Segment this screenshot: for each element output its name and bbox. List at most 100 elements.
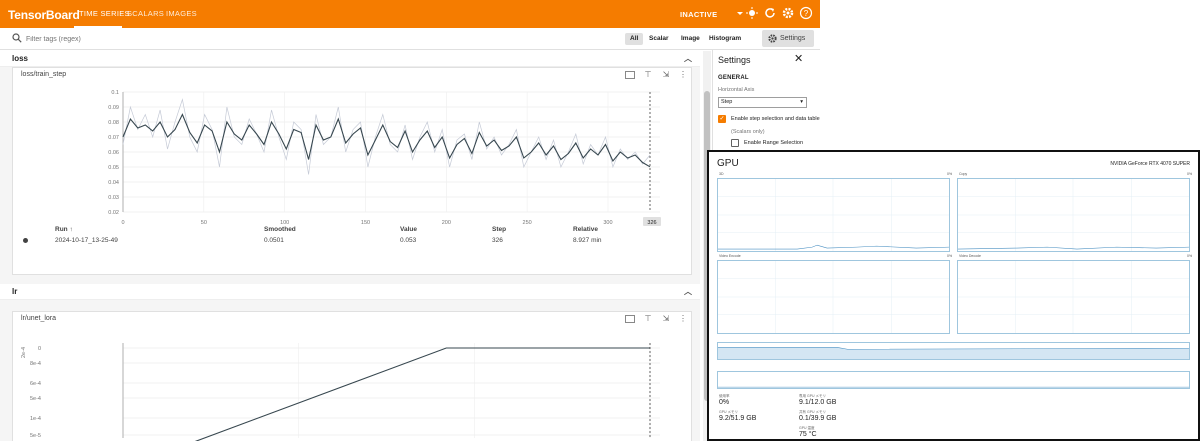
y-tick-label: 0.09 <box>108 105 119 111</box>
cell-run: 2024-10-17_13-25-49 <box>55 237 118 244</box>
settings-button[interactable]: Settings <box>762 30 814 47</box>
fit-domain-icon[interactable] <box>625 315 635 323</box>
graph-shared-memory <box>717 371 1190 389</box>
range-selection-checkbox[interactable] <box>731 139 739 147</box>
panel-pct-video-decode: 0% <box>1187 254 1193 258</box>
cell-smoothed: 0.0501 <box>264 237 284 244</box>
gpu-title: GPU <box>717 158 739 169</box>
tab-images[interactable]: IMAGES <box>166 9 197 18</box>
card-title: loss/train_step <box>21 71 67 78</box>
brightness-icon[interactable] <box>745 6 759 20</box>
stat-value-gpu-memory: 9.2/51.9 GB <box>719 415 757 422</box>
y-tick-label: 5e-4 <box>30 396 41 402</box>
plugin-status-select[interactable]: INACTIVE <box>680 10 717 19</box>
cell-step: 326 <box>492 237 503 244</box>
y-tick-label: 0.02 <box>108 210 119 216</box>
cell-value: 0.053 <box>400 237 417 244</box>
top-bar: TensorBoard TIME SERIES SCALARS IMAGES I… <box>0 0 820 28</box>
panel-pct-video-encode: 0% <box>947 254 953 258</box>
gpu-model: NVIDIA GeForce RTX 4070 SUPER <box>1110 161 1190 167</box>
y-tick-label: 1e-4 <box>30 416 41 422</box>
y-tick-label: 8e-4 <box>30 361 41 367</box>
graph-video-decode <box>957 260 1190 334</box>
group-header-lr[interactable]: lr ︿ <box>0 284 700 300</box>
stat-value-dedicated: 9.1/12.0 GB <box>799 399 837 406</box>
graph-copy <box>957 178 1190 252</box>
settings-button-label: Settings <box>780 35 806 42</box>
group-header-loss[interactable]: loss ︿ <box>0 51 700 67</box>
chevron-up-icon[interactable]: ︿ <box>684 51 692 67</box>
settings-panel: Settings ✕ GENERAL Horizontal Axis Step ▾… <box>712 50 820 150</box>
more-vert-icon[interactable]: ⋮ <box>678 70 688 80</box>
scalars-only-note: (Scalars only) <box>731 129 765 135</box>
lr-series <box>194 347 650 441</box>
x-tick-label: 0 <box>121 220 124 226</box>
group-name: lr <box>12 287 18 296</box>
search-icon <box>12 33 22 43</box>
stat-value-utilization: 0% <box>719 399 730 406</box>
range-selection-label: Enable Range Selection <box>744 140 804 146</box>
cell-relative: 8.927 min <box>573 237 602 244</box>
gear-icon[interactable] <box>781 6 795 20</box>
lr-chart[interactable]: 0 8e-4 6e-4 5e-4 1e-4 5e-5 2e-4 <box>13 328 693 441</box>
caret-down-icon: ▾ <box>800 99 803 105</box>
expand-icon[interactable]: ⇲ <box>661 314 671 324</box>
step-selection-checkbox[interactable]: ✓ <box>718 115 726 123</box>
more-vert-icon[interactable]: ⋮ <box>678 314 688 324</box>
step-badge-label: 326 <box>647 220 656 226</box>
panel-label-copy: Copy <box>959 172 968 176</box>
tab-scalars[interactable]: SCALARS <box>127 9 164 18</box>
col-smoothed[interactable]: Smoothed <box>264 226 296 233</box>
svg-text:?: ? <box>804 9 809 18</box>
scalar-card-lr: lr/unet_lora ⊤ ⇲ ⋮ 0 8e-4 6e-4 5e-4 1e-4 5e-5… <box>12 311 692 441</box>
col-value[interactable]: Value <box>400 226 417 233</box>
type-filter-all[interactable]: All <box>625 33 644 45</box>
type-filter-scalar[interactable]: Scalar <box>644 33 674 45</box>
panel-label-video-encode: Video Encode <box>719 254 741 258</box>
col-run[interactable]: Run ↑ <box>55 226 73 233</box>
section-general: GENERAL <box>718 75 749 81</box>
tensorboard-window: TensorBoard TIME SERIES SCALARS IMAGES I… <box>0 0 820 441</box>
y-tick-label: 0 <box>38 346 41 352</box>
tag-filter-input[interactable] <box>26 32 326 46</box>
x-tick-label: 50 <box>201 220 207 226</box>
stat-value-shared: 0.1/39.9 GB <box>799 415 837 422</box>
y-tick-label: 0.06 <box>108 150 119 156</box>
y-tick-label: 0.05 <box>108 165 119 171</box>
y-unit-label: 2e-4 <box>21 347 27 358</box>
select-value: Step <box>721 99 733 105</box>
fit-domain-icon[interactable] <box>625 71 635 79</box>
panel-label-video-decode: Video Decode <box>959 254 981 258</box>
scalar-card-loss: loss/train_step ⊤ ⇲ ⋮ 0.1 0.09 0.08 0.07 0.0… <box>12 67 692 275</box>
pin-icon[interactable]: ⊤ <box>643 314 653 324</box>
pin-icon[interactable]: ⊤ <box>643 70 653 80</box>
horizontal-axis-select[interactable]: Step ▾ <box>718 97 807 108</box>
filter-bar: All Scalar Image Histogram <box>0 28 820 50</box>
step-selection-label: Enable step selection and data table <box>731 116 820 122</box>
expand-icon[interactable]: ⇲ <box>661 70 671 80</box>
main-content: loss ︿ loss/train_step ⊤ ⇲ ⋮ 0.1 0.09 0.08… <box>0 51 700 441</box>
col-step[interactable]: Step <box>492 226 506 233</box>
panel-label-3d: 3D <box>719 172 724 176</box>
loss-chart[interactable]: 0.10.090.080.070.060.050.040.030.020 50 10… <box>13 82 693 232</box>
graph-3d <box>717 178 950 252</box>
refresh-icon[interactable] <box>763 6 777 20</box>
y-tick-label: 0.07 <box>108 135 119 141</box>
y-tick-label: 0.1 <box>111 90 119 96</box>
x-tick-label: 250 <box>523 220 532 226</box>
smoothed-series <box>122 113 651 168</box>
tab-time-series[interactable]: TIME SERIES <box>79 9 130 18</box>
run-color-dot <box>23 238 28 243</box>
close-icon[interactable]: ✕ <box>794 52 803 65</box>
x-tick-label: 200 <box>442 220 451 226</box>
y-tick-label: 6e-4 <box>30 381 41 387</box>
help-icon[interactable]: ? <box>799 6 813 20</box>
col-relative[interactable]: Relative <box>573 226 598 233</box>
brand-logo: TensorBoard <box>8 8 80 22</box>
gear-icon <box>768 34 777 43</box>
gpu-monitor-window: GPU NVIDIA GeForce RTX 4070 SUPER 3D 0% … <box>707 150 1200 441</box>
y-tick-label: 0.08 <box>108 120 119 126</box>
type-filter-histogram[interactable]: Histogram <box>704 33 746 45</box>
type-filter-image[interactable]: Image <box>676 33 705 45</box>
chevron-up-icon[interactable]: ︿ <box>684 284 692 300</box>
